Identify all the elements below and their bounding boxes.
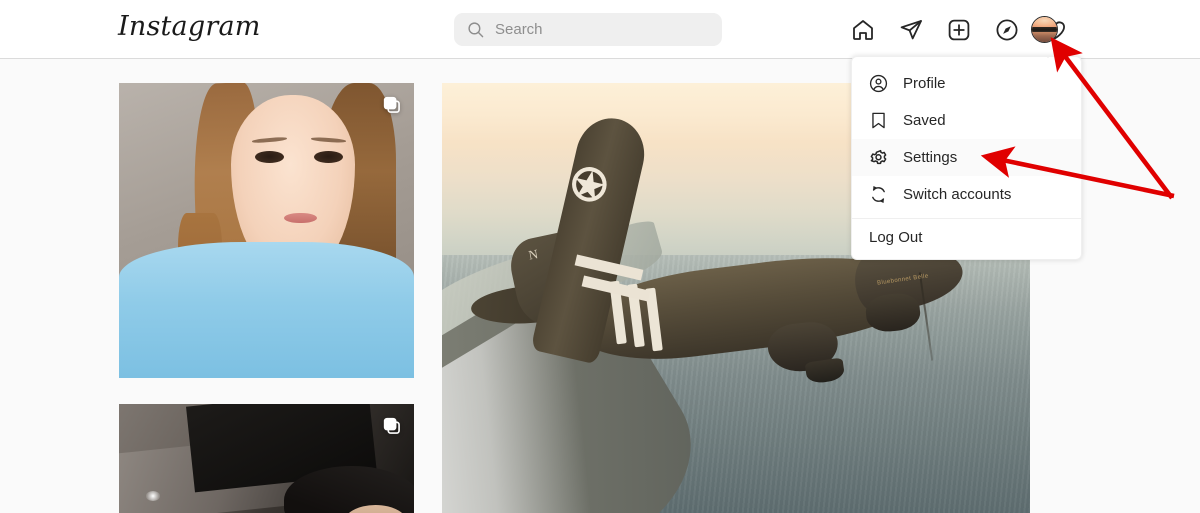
menu-item-label: Settings bbox=[903, 149, 958, 166]
bookmark-icon bbox=[869, 111, 888, 130]
profile-dropdown-menu: Profile Saved Settings Switch accounts L… bbox=[851, 56, 1082, 260]
menu-item-label: Saved bbox=[903, 112, 946, 129]
feed-left-column bbox=[119, 83, 414, 513]
menu-item-logout[interactable]: Log Out bbox=[852, 219, 1081, 256]
explore-icon[interactable] bbox=[994, 17, 1020, 43]
profile-avatar[interactable] bbox=[1031, 16, 1058, 43]
gear-icon bbox=[869, 148, 888, 167]
post-photo-indoor bbox=[119, 404, 414, 513]
post-media[interactable] bbox=[119, 404, 414, 513]
search-placeholder: Search bbox=[495, 21, 543, 38]
carousel-icon bbox=[382, 416, 402, 436]
search-input[interactable]: Search bbox=[454, 13, 722, 46]
post-media[interactable] bbox=[119, 83, 414, 378]
post-photo-selfie bbox=[119, 83, 414, 378]
instagram-logo[interactable]: Instagram bbox=[118, 9, 261, 45]
menu-item-settings[interactable]: Settings bbox=[852, 139, 1081, 176]
post-card[interactable] bbox=[119, 83, 414, 378]
menu-item-switch-accounts[interactable]: Switch accounts bbox=[852, 176, 1081, 213]
switch-arrows-icon bbox=[869, 185, 888, 204]
home-icon[interactable] bbox=[850, 17, 876, 43]
search-icon bbox=[467, 21, 484, 38]
menu-caret bbox=[1047, 57, 1063, 58]
messenger-icon[interactable] bbox=[898, 17, 924, 43]
menu-item-saved[interactable]: Saved bbox=[852, 102, 1081, 139]
menu-item-label: Log Out bbox=[869, 229, 923, 246]
instagram-page: Instagram Search N Bluebonnet Belle Prof… bbox=[0, 0, 1200, 513]
menu-item-label: Switch accounts bbox=[903, 186, 1012, 203]
menu-item-profile[interactable]: Profile bbox=[852, 65, 1081, 102]
avatar-image bbox=[1032, 17, 1057, 42]
post-card[interactable] bbox=[119, 404, 414, 513]
new-post-icon[interactable] bbox=[946, 17, 972, 43]
app-header: Instagram Search bbox=[0, 0, 1200, 59]
person-circle-icon bbox=[869, 74, 888, 93]
carousel-icon bbox=[382, 95, 402, 115]
menu-item-label: Profile bbox=[903, 75, 946, 92]
